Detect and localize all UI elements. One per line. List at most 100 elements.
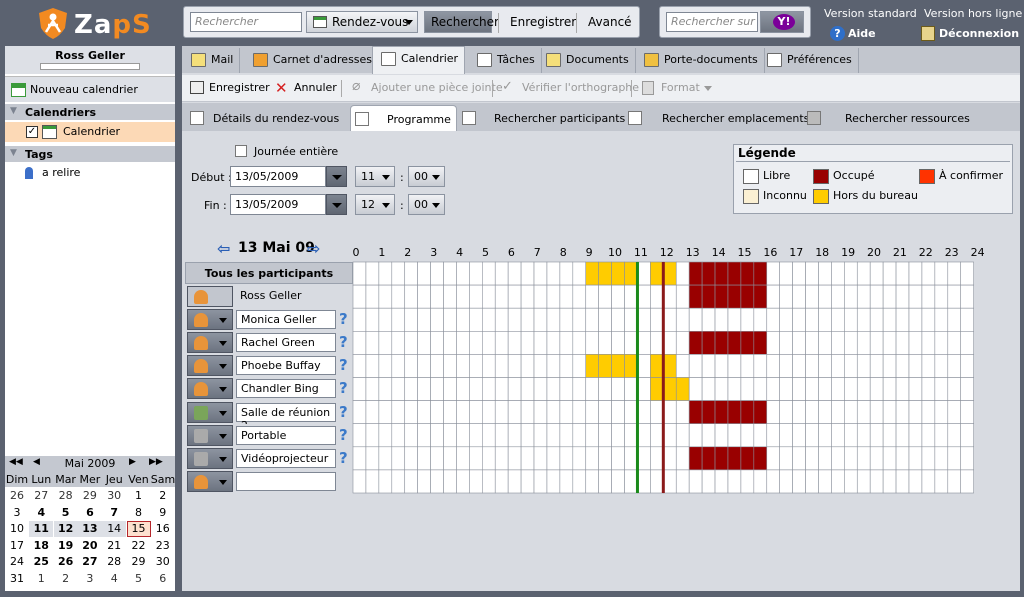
freebusy-cell[interactable]	[869, 261, 884, 286]
freebusy-cell[interactable]	[792, 469, 806, 494]
freebusy-cell[interactable]	[792, 307, 806, 332]
mini-calendar-day[interactable]: 20	[78, 538, 102, 554]
freebusy-cell[interactable]	[714, 400, 729, 425]
attendee-type-select[interactable]	[187, 355, 233, 377]
freebusy-cell[interactable]	[688, 377, 703, 401]
freebusy-cell[interactable]	[740, 423, 755, 448]
freebusy-cell[interactable]	[598, 423, 612, 448]
mini-calendar-day[interactable]: 2	[151, 488, 175, 504]
freebusy-cell[interactable]	[494, 423, 509, 448]
tab-briefcase[interactable]: Porte-documents	[636, 48, 765, 73]
freebusy-cell[interactable]	[598, 377, 612, 401]
freebusy-cell[interactable]	[921, 331, 936, 355]
freebusy-cell[interactable]	[856, 377, 871, 401]
freebusy-cell[interactable]	[611, 377, 625, 401]
freebusy-cell[interactable]	[766, 423, 780, 448]
freebusy-cell[interactable]	[882, 423, 897, 448]
participant-name-input[interactable]: Ross Geller	[236, 287, 336, 306]
freebusy-cell[interactable]	[663, 469, 677, 494]
freebusy-cell[interactable]	[404, 354, 418, 378]
freebusy-cell[interactable]	[675, 284, 690, 309]
freebusy-cell[interactable]	[481, 400, 496, 425]
freebusy-cell[interactable]	[559, 400, 574, 425]
freebusy-cell[interactable]	[805, 446, 819, 471]
freebusy-cell[interactable]	[585, 307, 599, 332]
freebusy-cell[interactable]	[430, 354, 444, 378]
mini-calendar-day[interactable]: 9	[151, 505, 175, 521]
calendar-checkbox[interactable]: ✓	[26, 126, 38, 138]
freebusy-cell[interactable]	[831, 354, 845, 378]
participant-name-input[interactable]: Portable	[236, 425, 336, 445]
freebusy-cell[interactable]	[611, 307, 625, 332]
freebusy-cell[interactable]	[391, 377, 406, 401]
freebusy-cell[interactable]	[494, 400, 509, 425]
freebusy-cell[interactable]	[598, 400, 612, 425]
freebusy-cell[interactable]	[391, 469, 406, 494]
freebusy-cell[interactable]	[391, 423, 406, 448]
freebusy-cell[interactable]	[520, 261, 535, 286]
freebusy-cell[interactable]	[663, 423, 677, 448]
freebusy-cell[interactable]	[572, 307, 587, 332]
freebusy-cell[interactable]	[352, 331, 367, 355]
freebusy-cell[interactable]	[740, 307, 755, 332]
freebusy-cell[interactable]	[818, 400, 832, 425]
freebusy-cell[interactable]	[624, 354, 638, 378]
freebusy-cell[interactable]	[611, 331, 625, 355]
subtab-find-people[interactable]: Rechercher participants	[462, 105, 625, 131]
freebusy-cell[interactable]	[792, 446, 806, 471]
freebusy-cell[interactable]	[559, 307, 574, 332]
freebusy-cell[interactable]	[675, 307, 690, 332]
participant-name-input[interactable]: Phoebe Buffay	[236, 356, 336, 376]
freebusy-cell[interactable]	[779, 284, 793, 309]
freebusy-cell[interactable]	[856, 469, 871, 494]
freebusy-cell[interactable]	[507, 446, 522, 471]
freebusy-cell[interactable]	[533, 331, 548, 355]
end-minute-select[interactable]: 00	[408, 194, 445, 215]
freebusy-cell[interactable]	[637, 307, 651, 332]
freebusy-cell[interactable]	[559, 331, 574, 355]
freebusy-cell[interactable]	[947, 377, 962, 401]
freebusy-cell[interactable]	[701, 423, 716, 448]
freebusy-cell[interactable]	[611, 261, 625, 286]
freebusy-cell[interactable]	[856, 307, 871, 332]
prev-month-icon[interactable]: ◀	[33, 457, 40, 467]
freebusy-cell[interactable]	[856, 261, 871, 286]
attendee-type-select[interactable]	[187, 309, 233, 331]
freebusy-cell[interactable]	[624, 331, 638, 355]
save-search-button[interactable]: Enregistrer	[510, 15, 576, 29]
freebusy-cell[interactable]	[572, 469, 587, 494]
freebusy-cell[interactable]	[688, 284, 703, 309]
freebusy-cell[interactable]	[611, 400, 625, 425]
freebusy-cell[interactable]	[520, 284, 535, 309]
freebusy-cell[interactable]	[378, 331, 393, 355]
freebusy-cell[interactable]	[675, 469, 690, 494]
freebusy-cell[interactable]	[481, 331, 496, 355]
freebusy-cell[interactable]	[869, 423, 884, 448]
freebusy-cell[interactable]	[882, 331, 897, 355]
freebusy-cell[interactable]	[882, 307, 897, 332]
freebusy-cell[interactable]	[417, 377, 431, 401]
mini-calendar-day[interactable]: 30	[102, 488, 126, 504]
freebusy-cell[interactable]	[611, 423, 625, 448]
freebusy-cell[interactable]	[869, 331, 884, 355]
freebusy-cell[interactable]	[481, 284, 496, 309]
start-date-input[interactable]: 13/05/2009	[230, 166, 326, 187]
freebusy-cell[interactable]	[533, 261, 548, 286]
freebusy-cell[interactable]	[365, 354, 380, 378]
freebusy-cell[interactable]	[844, 446, 858, 471]
freebusy-cell[interactable]	[417, 261, 431, 286]
freebusy-cell[interactable]	[456, 331, 470, 355]
freebusy-cell[interactable]	[869, 377, 884, 401]
freebusy-cell[interactable]	[688, 423, 703, 448]
freebusy-cell[interactable]	[637, 423, 651, 448]
freebusy-cell[interactable]	[481, 354, 496, 378]
freebusy-cell[interactable]	[895, 423, 910, 448]
mini-calendar-day[interactable]: 3	[78, 571, 102, 587]
version-offline-link[interactable]: Version hors ligne	[924, 7, 1022, 20]
freebusy-cell[interactable]	[650, 400, 664, 425]
logout-link[interactable]: Déconnexion	[939, 27, 1019, 40]
freebusy-cell[interactable]	[481, 261, 496, 286]
freebusy-cell[interactable]	[934, 423, 949, 448]
freebusy-cell[interactable]	[624, 469, 638, 494]
freebusy-cell[interactable]	[688, 354, 703, 378]
